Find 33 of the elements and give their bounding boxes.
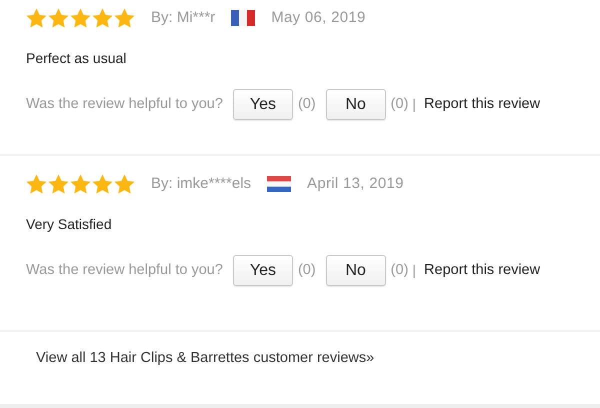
star-icon [114, 174, 135, 194]
view-all-link[interactable]: View all 13 Hair Clips & Barrettes customer reviews» [36, 348, 374, 370]
yes-button[interactable]: Yes [232, 255, 293, 286]
star-icon [92, 8, 113, 28]
star-icon [48, 8, 69, 28]
review-date: May 06, 2019 [271, 8, 366, 28]
star-icon [48, 174, 69, 194]
flag-icon [267, 176, 292, 192]
no-button[interactable]: No [326, 89, 386, 120]
star-icon [70, 174, 91, 194]
review-date: April 13, 2019 [307, 174, 404, 194]
yes-button[interactable]: Yes [232, 89, 293, 120]
no-button[interactable]: No [326, 255, 386, 286]
author-name: By: imke****els [151, 174, 252, 194]
separator: | [412, 95, 416, 114]
star-icon [26, 8, 47, 28]
star-icon [92, 174, 113, 194]
no-count: (0) [390, 260, 408, 280]
flag-icon [231, 10, 256, 26]
separator: | [412, 261, 416, 280]
no-count: (0) [390, 94, 408, 114]
star-icon [114, 8, 135, 28]
review-text: Perfect as usual [26, 49, 128, 68]
author-name: By: Mi***r [151, 8, 216, 28]
report-link[interactable]: Report this review [424, 94, 540, 116]
star-icon [26, 174, 47, 194]
helpful-prompt: Was the review helpful to you? [26, 260, 223, 280]
star-icon [70, 8, 91, 28]
yes-count: (0) [298, 94, 316, 114]
review-text: Very Satisfied [26, 215, 113, 234]
yes-count: (0) [298, 260, 316, 280]
helpful-prompt: Was the review helpful to you? [26, 94, 223, 114]
report-link[interactable]: Report this review [424, 260, 540, 282]
